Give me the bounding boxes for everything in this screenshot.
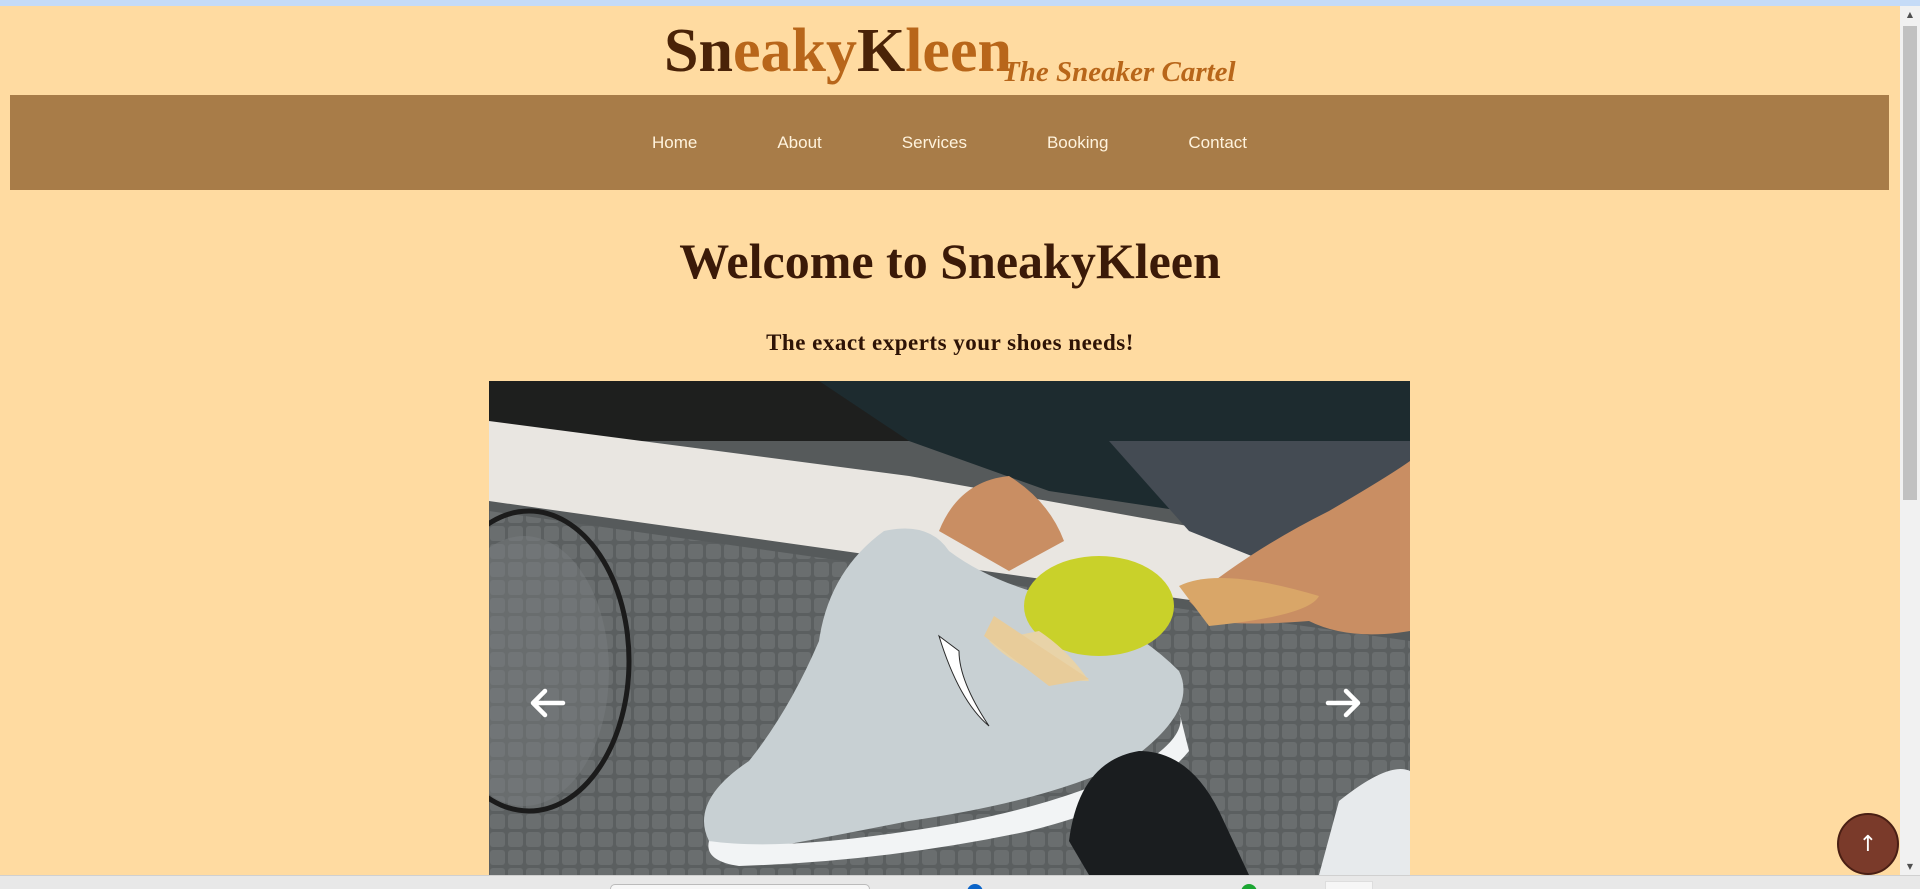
taskbar-green-icon[interactable] bbox=[1241, 884, 1257, 889]
browser-bottom-strip bbox=[0, 875, 1920, 889]
logo-part-leen: leen bbox=[905, 17, 1012, 85]
site-header: SneakyKleen The Sneaker Cartel bbox=[0, 6, 1900, 95]
nav-link-booking[interactable]: Booking bbox=[1047, 133, 1108, 153]
nav-link-contact[interactable]: Contact bbox=[1188, 133, 1247, 153]
nav-link-about[interactable]: About bbox=[777, 133, 821, 153]
page-subtitle: The exact experts your shoes needs! bbox=[766, 330, 1134, 355]
nav-link-home[interactable]: Home bbox=[652, 133, 697, 153]
taskbar-search-pill[interactable] bbox=[610, 884, 870, 889]
page-title: Welcome to SneakyKleen bbox=[679, 233, 1221, 289]
slider-prev-button[interactable] bbox=[527, 687, 575, 731]
scroll-down-icon[interactable]: ▼ bbox=[1900, 858, 1920, 875]
logo-part-eaky: eaky bbox=[732, 17, 857, 85]
back-to-top-button[interactable]: ↑ bbox=[1837, 813, 1899, 875]
arrow-right-icon bbox=[1325, 688, 1361, 718]
scroll-thumb[interactable] bbox=[1903, 26, 1917, 500]
logo-part-sn: Sn bbox=[664, 17, 733, 85]
image-slider bbox=[489, 381, 1410, 875]
nav-link-services[interactable]: Services bbox=[902, 133, 967, 153]
logo-part-k: K bbox=[856, 17, 906, 85]
scroll-up-icon[interactable]: ▲ bbox=[1900, 6, 1920, 23]
site-tagline: The Sneaker Cartel bbox=[1002, 56, 1236, 88]
slider-next-button[interactable] bbox=[1324, 687, 1372, 731]
slide-image bbox=[489, 381, 1410, 875]
taskbar-box[interactable] bbox=[1325, 881, 1373, 889]
site-logo[interactable]: SneakyKleen bbox=[664, 20, 1012, 82]
main-navbar: Home About Services Booking Contact bbox=[10, 95, 1889, 190]
page-scrollbar[interactable]: ▲ ▼ bbox=[1900, 6, 1920, 875]
arrow-left-icon bbox=[530, 688, 566, 718]
taskbar-blue-icon[interactable] bbox=[967, 884, 983, 889]
